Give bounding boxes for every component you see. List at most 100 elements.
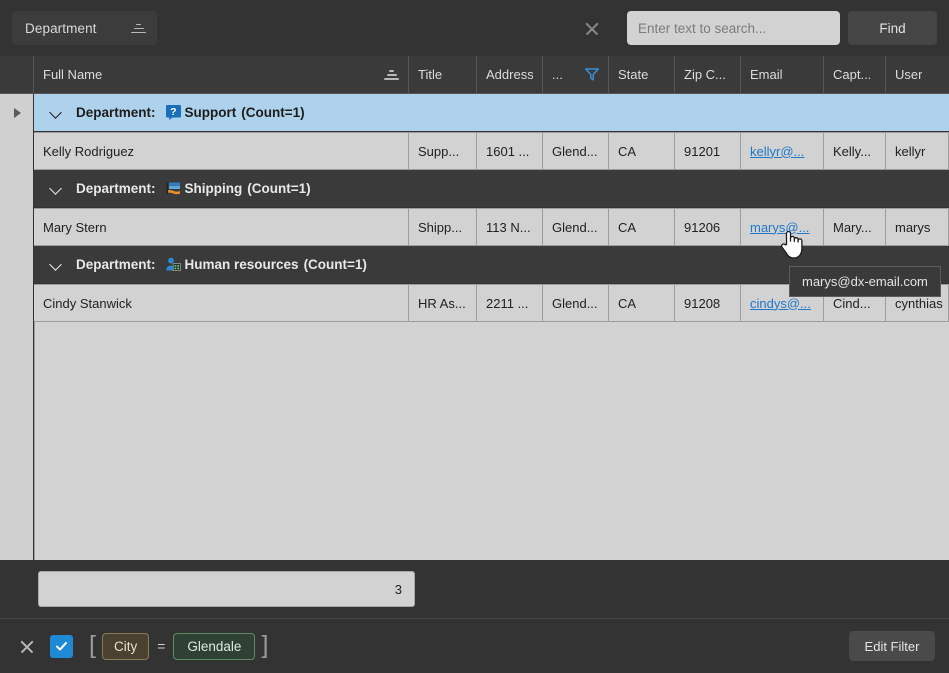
row-indicator-cell: [0, 322, 34, 560]
column-header-icons: [384, 68, 399, 81]
filter-value-chip[interactable]: Glendale: [173, 632, 256, 660]
column-header-email[interactable]: Email: [741, 56, 824, 93]
column-header-label: Email: [750, 67, 783, 82]
group-row-name: Human resources: [184, 257, 299, 272]
find-button[interactable]: Find: [848, 11, 937, 45]
group-row-content[interactable]: Department: Human resources (Count=1): [34, 246, 949, 284]
group-row-count: (Count=1): [303, 257, 367, 272]
group-row-count: (Count=1): [241, 105, 305, 120]
search-zone: Find: [579, 11, 937, 45]
cell-address[interactable]: 2211 ...: [477, 284, 543, 322]
cell-email-link[interactable]: kellyr@...: [741, 132, 824, 170]
chevron-down-icon[interactable]: [50, 258, 63, 271]
person-hr-icon: [165, 257, 181, 271]
filter-close-bracket: ]: [261, 630, 269, 659]
table-row[interactable]: Mary Stern Shipp... 113 N... Glend... CA…: [0, 208, 949, 246]
cell-city[interactable]: Glend...: [543, 132, 609, 170]
column-header-full-name[interactable]: Full Name: [34, 56, 409, 93]
edit-filter-button[interactable]: Edit Filter: [849, 631, 935, 661]
group-row-content[interactable]: Department: ? Support (Count=1): [34, 94, 949, 132]
grid-header-row: Full Name Title Address ... State Zip C.…: [0, 56, 949, 94]
groupby-chip-department[interactable]: Department: [12, 11, 157, 45]
close-icon[interactable]: [16, 635, 38, 657]
groupby-chip-label: Department: [25, 20, 97, 36]
group-row[interactable]: Department: Shipping (Count=1): [0, 170, 949, 208]
cell-city[interactable]: Glend...: [543, 284, 609, 322]
column-header-label: ...: [552, 67, 563, 82]
cell-state[interactable]: CA: [609, 208, 675, 246]
cell-full-name[interactable]: Mary Stern: [34, 208, 409, 246]
grid-empty-area: [0, 322, 949, 560]
group-row[interactable]: Department: ? Support (Count=1): [0, 94, 949, 132]
cell-zip-code[interactable]: 91201: [675, 132, 741, 170]
cell-caption[interactable]: Mary...: [824, 208, 886, 246]
cell-city[interactable]: Glend...: [543, 208, 609, 246]
toolbar: Department Find: [0, 0, 949, 56]
group-row-prefix: Department:: [76, 181, 156, 196]
cell-user[interactable]: kellyr: [886, 132, 949, 170]
column-header-title[interactable]: Title: [409, 56, 477, 93]
grid-empty-body: [34, 322, 949, 560]
cell-user[interactable]: marys: [886, 208, 949, 246]
filter-open-bracket: [: [89, 630, 96, 659]
cell-title[interactable]: Supp...: [409, 132, 477, 170]
header-indicator-cell: [0, 56, 34, 93]
filter-enabled-checkbox[interactable]: [50, 634, 73, 658]
cell-address[interactable]: 1601 ...: [477, 132, 543, 170]
column-header-icons: [585, 68, 599, 81]
cell-state[interactable]: CA: [609, 132, 675, 170]
group-row-name: Support: [184, 105, 237, 120]
cell-full-name[interactable]: Cindy Stanwick: [34, 284, 409, 322]
cell-caption[interactable]: Cind...: [824, 284, 886, 322]
cell-state[interactable]: CA: [609, 284, 675, 322]
group-row-count: (Count=1): [247, 181, 311, 196]
close-icon[interactable]: [579, 15, 605, 41]
chevron-down-icon[interactable]: [50, 182, 63, 195]
cell-email-link[interactable]: cindys@...: [741, 284, 824, 322]
sort-ascending-icon[interactable]: [384, 68, 399, 81]
filter-panel: [ City = Glendale ] Edit Filter: [0, 618, 949, 673]
summary-count-cell[interactable]: 3: [38, 571, 415, 607]
cell-zip-code[interactable]: 91206: [675, 208, 741, 246]
filter-funnel-icon[interactable]: [585, 68, 599, 81]
cell-full-name[interactable]: Kelly Rodriguez: [34, 132, 409, 170]
cell-caption[interactable]: Kelly...: [824, 132, 886, 170]
column-header-label: Full Name: [43, 67, 103, 82]
data-grid: Full Name Title Address ... State Zip C.…: [0, 56, 949, 560]
row-indicator-cell: [0, 208, 34, 246]
column-header-user[interactable]: User: [886, 56, 949, 93]
filter-operator[interactable]: =: [155, 638, 167, 654]
question-bubble-icon: ?: [165, 105, 181, 121]
column-header-address[interactable]: Address: [477, 56, 543, 93]
cell-user[interactable]: cynthias: [886, 284, 949, 322]
column-header-city[interactable]: ...: [543, 56, 609, 93]
row-arrow-icon: [14, 108, 21, 118]
filter-field-chip[interactable]: City: [101, 632, 150, 660]
column-header-zip-code[interactable]: Zip C...: [675, 56, 741, 93]
search-input[interactable]: [627, 11, 840, 45]
row-indicator-cell: [0, 246, 34, 284]
row-indicator-cell: [0, 170, 34, 208]
cell-title[interactable]: Shipp...: [409, 208, 477, 246]
table-row[interactable]: Kelly Rodriguez Supp... 1601 ... Glend..…: [0, 132, 949, 170]
sort-ascending-icon[interactable]: [131, 22, 146, 35]
cell-zip-code[interactable]: 91208: [675, 284, 741, 322]
cell-title[interactable]: HR As...: [409, 284, 477, 322]
group-row-name: Shipping: [184, 181, 243, 196]
row-indicator-cell: [0, 284, 34, 322]
group-row-content[interactable]: Department: Shipping (Count=1): [34, 170, 949, 208]
row-indicator-cell: [0, 132, 34, 170]
column-header-label: Capt...: [833, 67, 872, 82]
cell-email-link[interactable]: marys@...: [741, 208, 824, 246]
table-row[interactable]: Cindy Stanwick HR As... 2211 ... Glend..…: [0, 284, 949, 322]
column-header-state[interactable]: State: [609, 56, 675, 93]
row-indicator-cell: [0, 94, 34, 132]
column-header-caption[interactable]: Capt...: [824, 56, 886, 93]
column-header-label: User: [895, 67, 923, 82]
checkmark-icon: [56, 641, 67, 651]
group-row[interactable]: Department: Human resources (Count=1): [0, 246, 949, 284]
cell-address[interactable]: 113 N...: [477, 208, 543, 246]
chevron-down-icon[interactable]: [50, 106, 63, 119]
application-window: Department Find Full Name Title Addres: [0, 0, 949, 673]
column-header-label: Zip C...: [684, 67, 726, 82]
